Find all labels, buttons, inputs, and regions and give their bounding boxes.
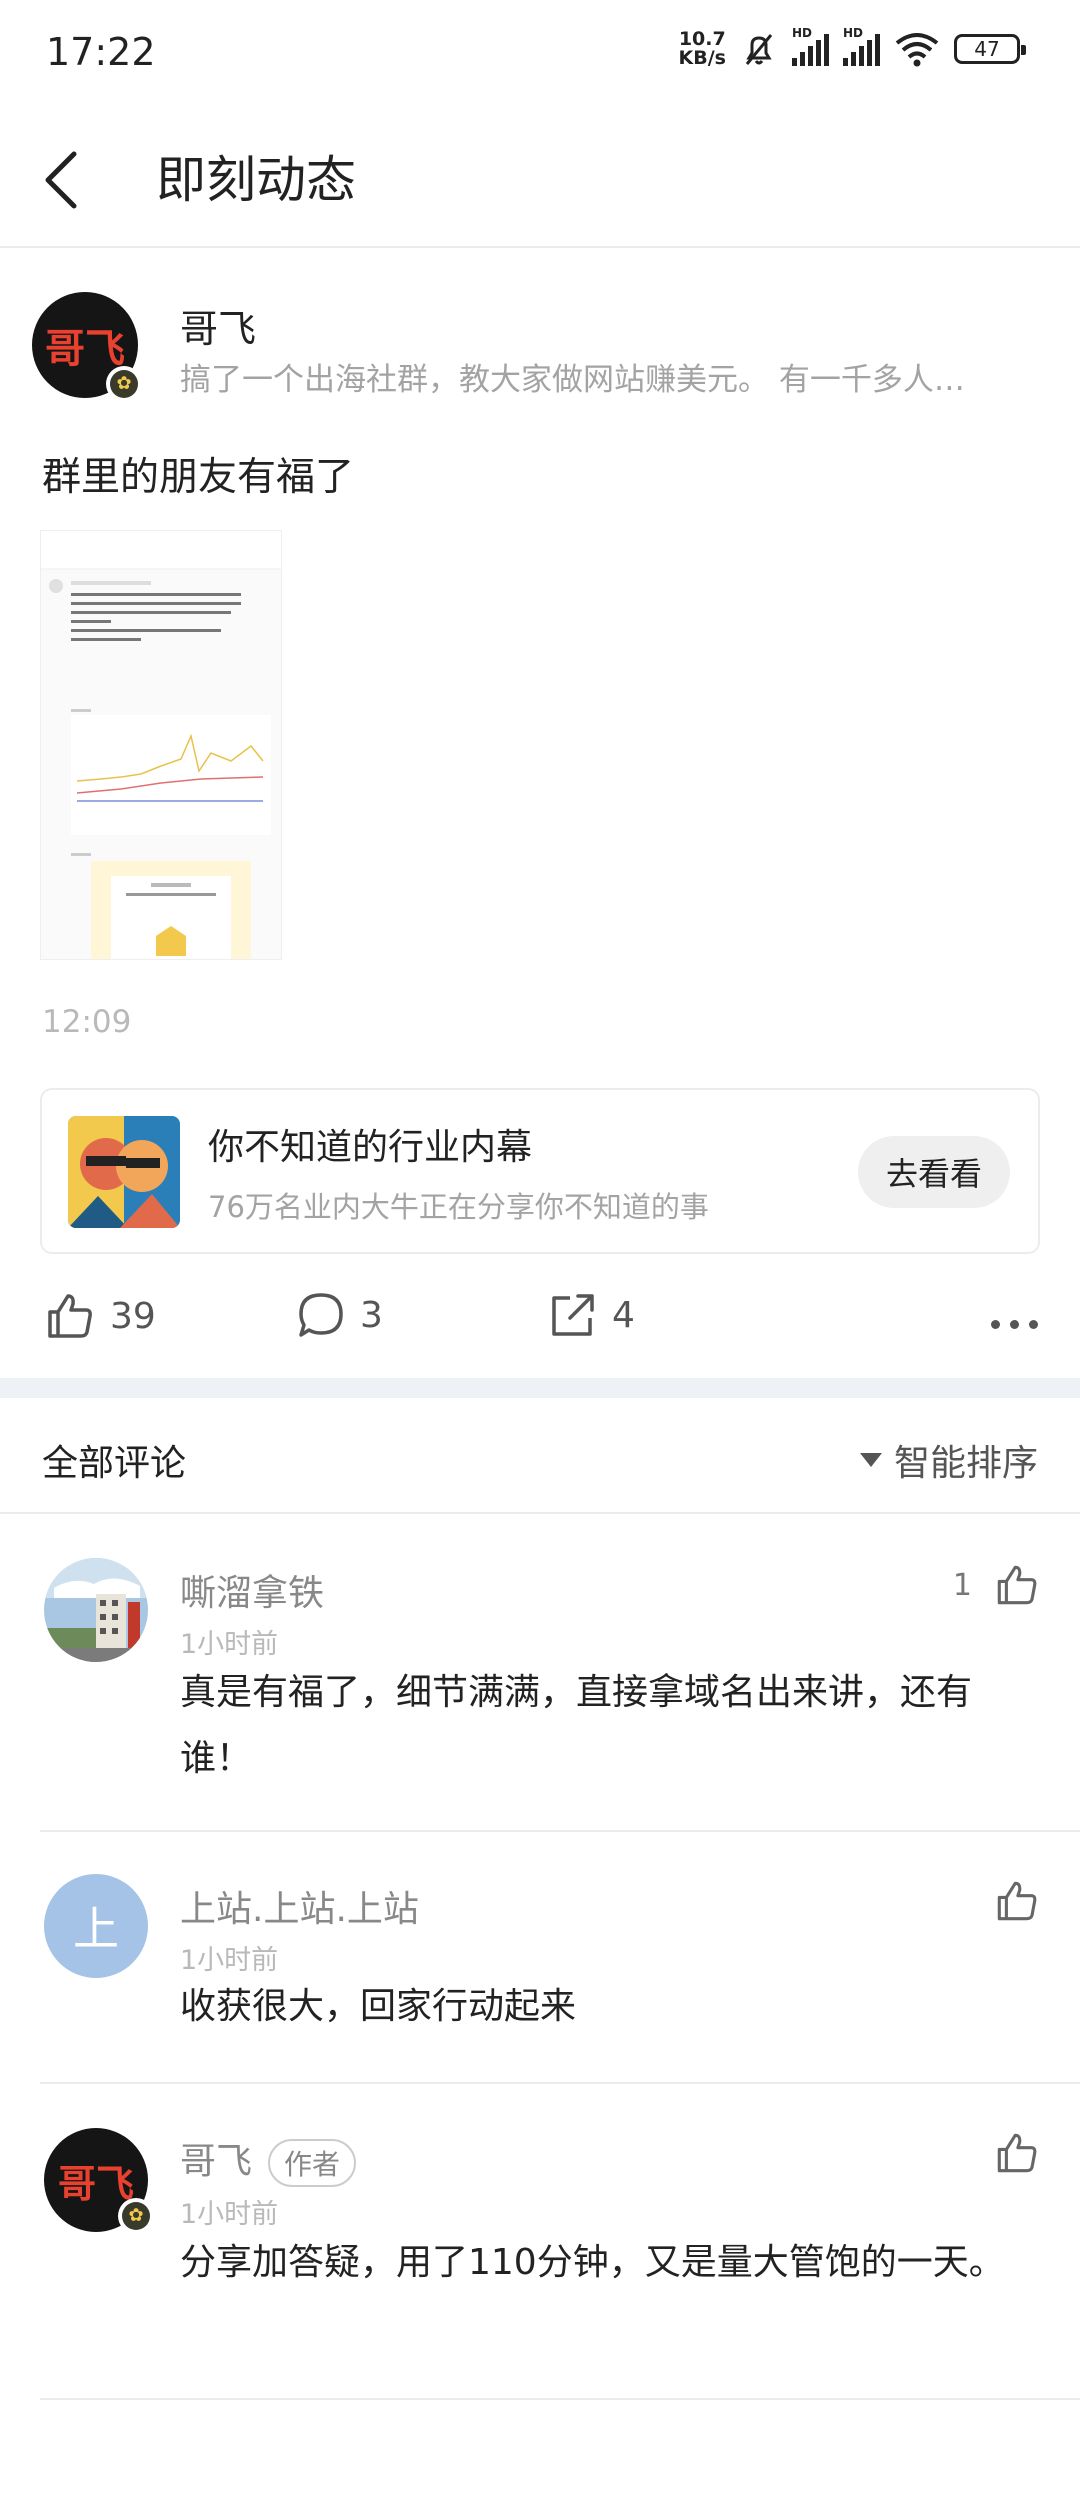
comments-title: 全部评论 [42,1443,187,1484]
commenter-avatar[interactable]: 上 [44,1874,148,1978]
more-options-icon[interactable] [991,1320,1038,1329]
comment-time: 1小时前 [180,1629,279,1660]
mute-bell-icon [745,34,773,65]
comment-item: 嘶溜拿铁 1小时前 真是有福了，细节满满，直接拿域名出来讲，还有谁！ 1 [0,1516,1080,1832]
section-divider [0,1378,1080,1398]
comment-text: 收获很大，回家行动起来 [180,1986,577,2027]
comments-header: 全部评论 智能排序 [0,1398,1080,1514]
signal-sim1-icon: HD [792,26,829,66]
comment-button[interactable]: 3 [296,1290,383,1340]
comment-item: 哥飞 ✿ 哥飞 作者 1小时前 分享加答疑，用了110分钟，又是量大管饱的一天。 [0,2084,1080,2404]
status-icons: 10.7 KB/s HD HD 47 [678,26,1026,69]
post-image-content [41,531,281,959]
promo-thumbnail [68,1116,180,1228]
promo-go-button[interactable]: 去看看 [858,1136,1010,1208]
comment-separator [40,2398,1080,2400]
battery-indicator: 47 [954,34,1026,64]
promo-subtitle: 76万名业内大牛正在分享你不知道的事 [208,1190,709,1224]
like-button[interactable]: 39 [44,1290,156,1342]
commenter-name[interactable]: 哥飞 作者 [180,2132,357,2187]
comment-count: 3 [360,1294,383,1336]
verified-badge-icon: ✿ [118,2198,154,2234]
comment-text: 分享加答疑，用了110分钟，又是量大管饱的一天。 [180,2242,1005,2283]
status-bar: 17:22 10.7 KB/s HD HD 47 [0,0,1080,110]
status-time: 17:22 [46,30,156,74]
commenter-name[interactable]: 上站.上站.上站 [180,1880,419,1932]
page-header: 即刻动态 [0,110,1080,248]
promo-title: 你不知道的行业内幕 [208,1127,533,1168]
wifi-icon [895,33,939,67]
author-tag-badge: 作者 [268,2139,357,2187]
thumbs-up-icon [997,1565,1037,1605]
post-time: 12:09 [42,1004,132,1040]
network-speed: 10.7 KB/s [678,28,726,69]
share-button[interactable]: 4 [548,1290,635,1340]
thumbs-up-icon [48,1294,92,1338]
sort-button[interactable]: 智能排序 [859,1434,1038,1486]
back-arrow-icon [45,151,77,209]
like-count: 39 [110,1295,156,1337]
promo-card[interactable]: 你不知道的行业内幕 76万名业内大牛正在分享你不知道的事 去看看 [40,1088,1040,1254]
post-actions: 39 3 4 [0,1290,1080,1360]
post-text: 群里的朋友有福了 [42,455,355,500]
sort-triangle-icon [859,1453,882,1467]
back-button[interactable] [36,140,96,220]
signal-sim2-icon: HD [843,26,880,66]
thumbs-up-icon [997,2133,1037,2173]
comment-time: 1小时前 [180,2199,279,2230]
thumbs-up-icon [997,1881,1037,1921]
commenter-name[interactable]: 嘶溜拿铁 [180,1564,324,1616]
comment-time: 1小时前 [180,1945,279,1976]
comment-bubble-icon [299,1293,343,1337]
verified-badge-icon: ✿ [106,366,142,402]
share-count: 4 [612,1294,635,1336]
comment-like-button[interactable] [994,2130,1040,2176]
comment-like-count: 1 [952,1567,972,1603]
comment-like-button[interactable]: 1 [953,1562,1040,1608]
share-icon [552,1294,594,1336]
page-title: 即刻动态 [156,151,356,209]
author-name[interactable]: 哥飞 [180,298,256,353]
comment-text: 真是有福了，细节满满，直接拿域名出来讲，还有谁！ [180,1672,973,1779]
comment-like-button[interactable] [994,1878,1040,1924]
post-image[interactable] [40,530,282,960]
commenter-avatar[interactable] [44,1558,148,1662]
author-description: 搞了一个出海社群，教大家做网站赚美元。 有一千多人… [180,362,965,398]
comment-item: 上 上站.上站.上站 1小时前 收获很大，回家行动起来 [0,1832,1080,2084]
